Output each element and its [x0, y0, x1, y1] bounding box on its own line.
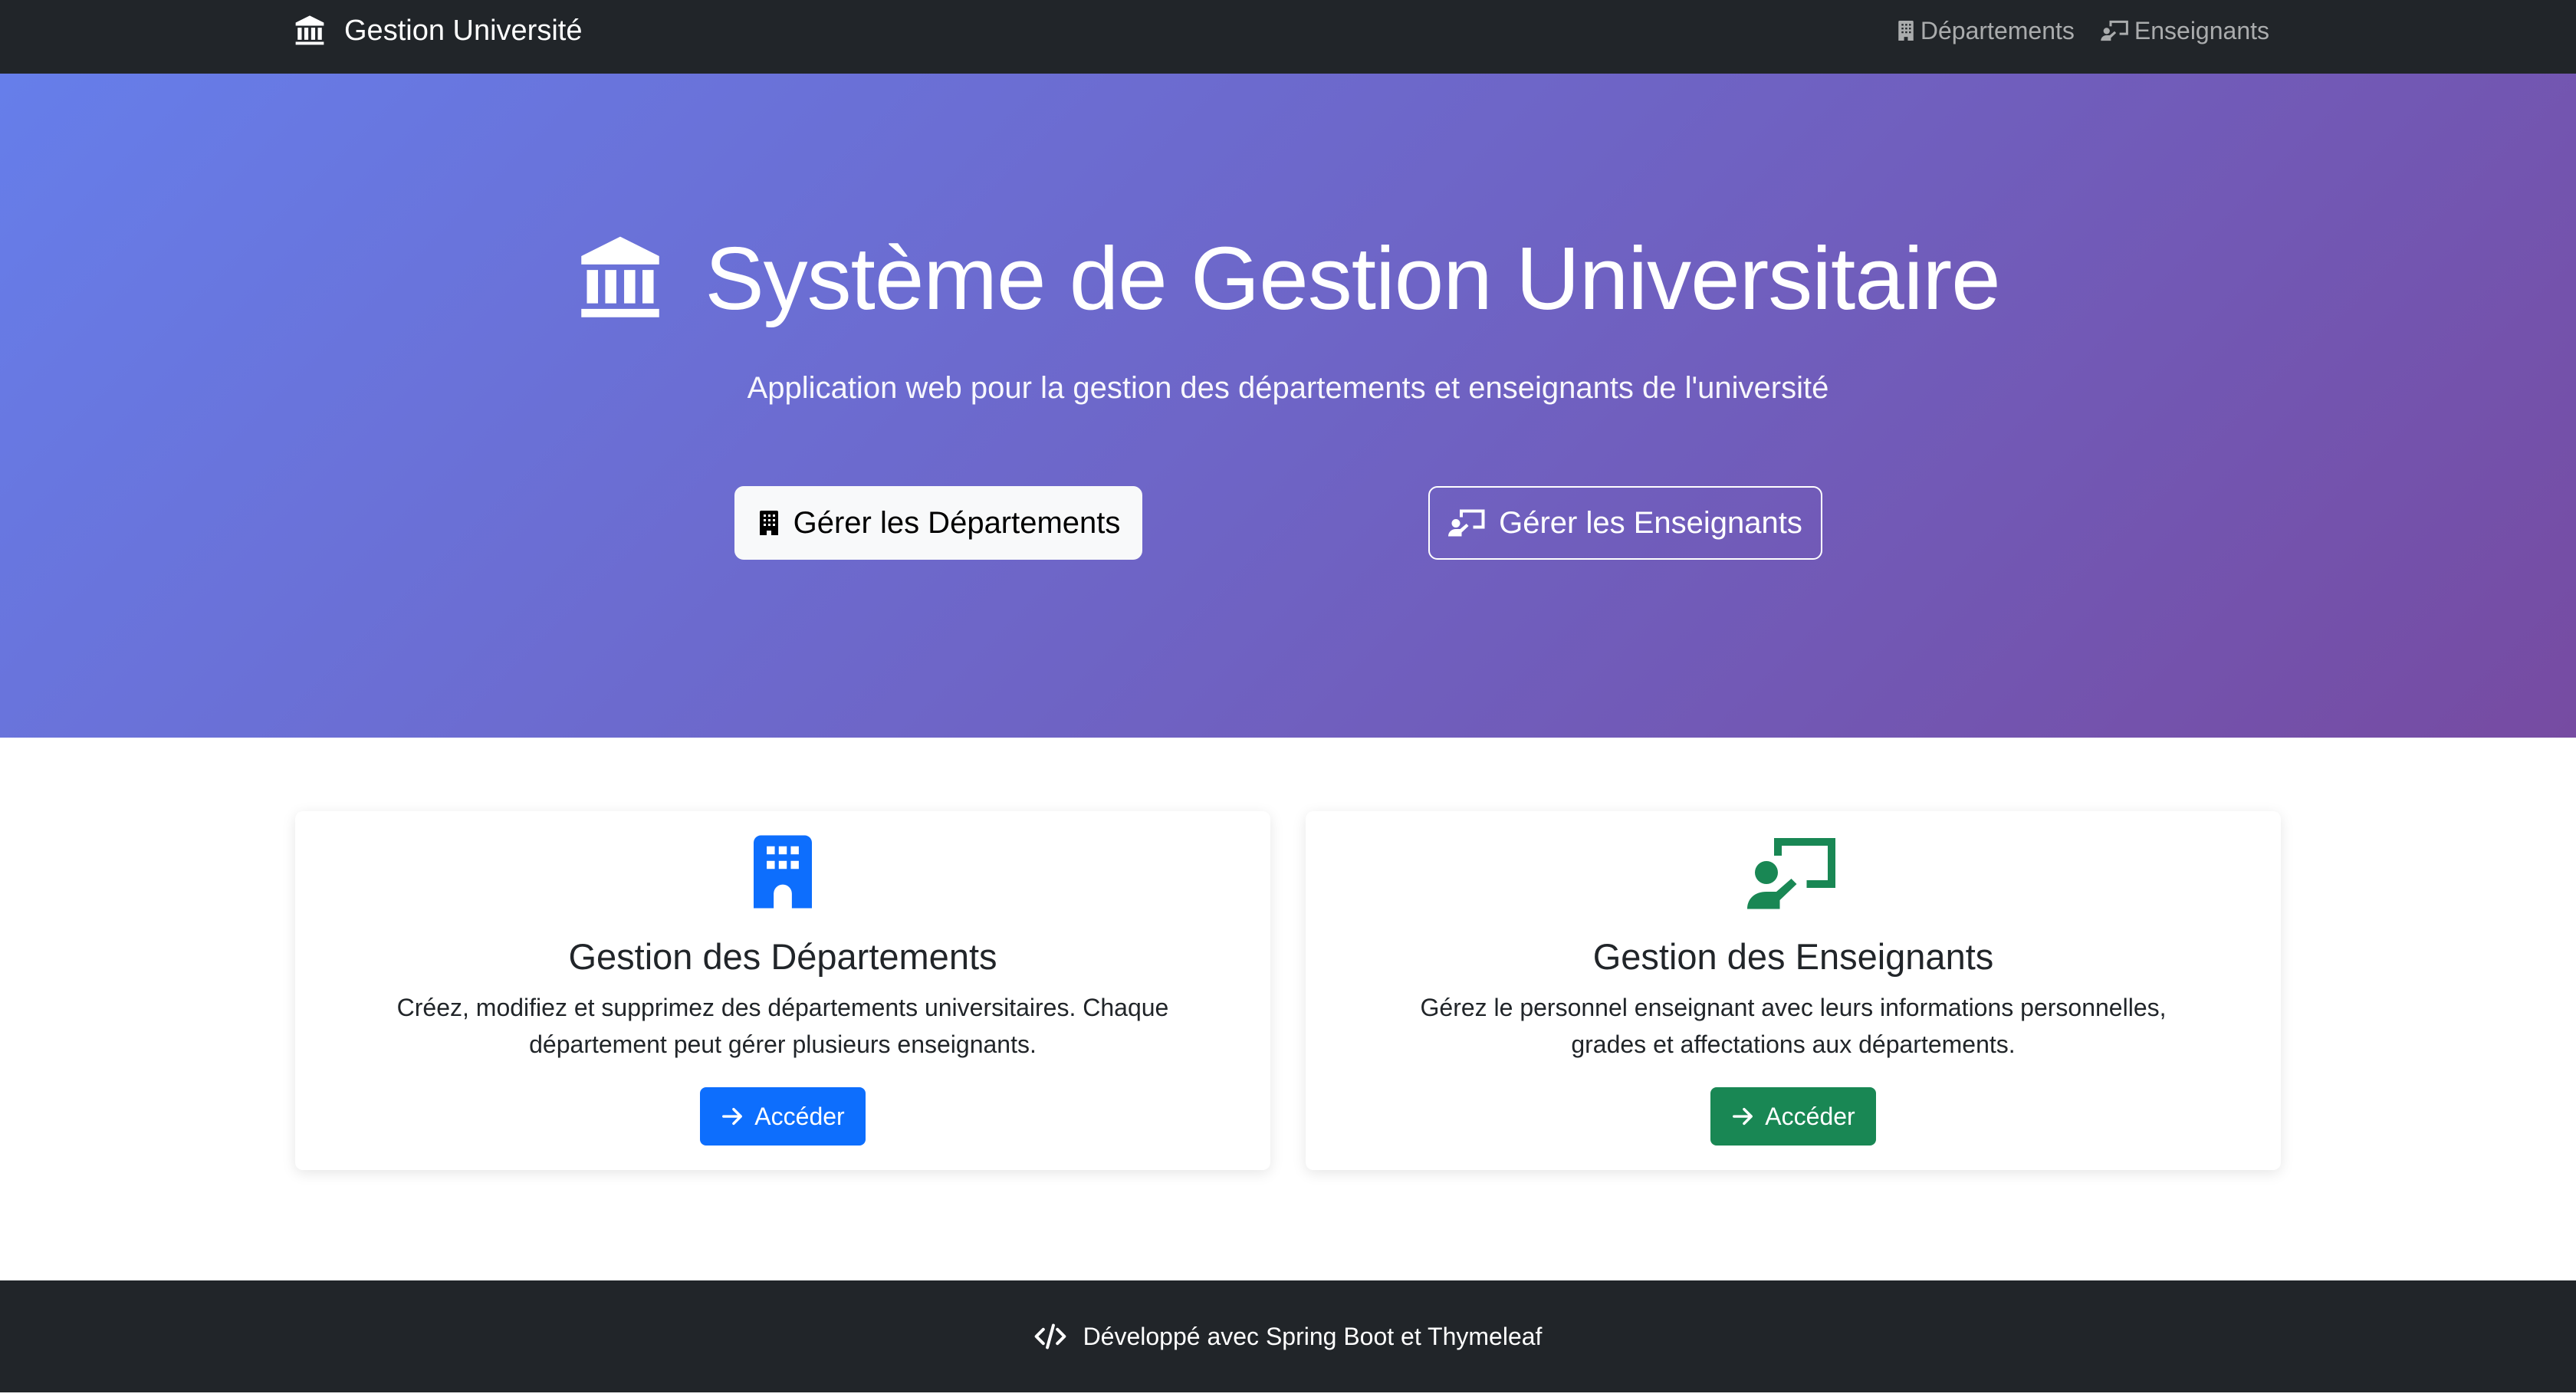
hero-subtitle: Application web pour la gestion des dépa… [747, 371, 1829, 405]
nav-link-label: Départements [1920, 16, 2075, 44]
navbar: Gestion Université Départements Enseigna… [0, 0, 2576, 74]
hero-title-text: Système de Gestion Universitaire [705, 228, 2000, 328]
teacher-board-icon [1448, 508, 1499, 538]
page-bottom-edge [0, 1392, 2576, 1397]
card-text: Créez, modifiez et supprimez des départe… [396, 994, 1169, 1058]
bank-icon [576, 234, 705, 323]
acceder-label: Accéder [754, 1102, 845, 1130]
navbar-links: Départements Enseignants [1870, 0, 2269, 61]
nav-link-departements[interactable]: Départements [1896, 17, 2075, 45]
building-icon [1896, 19, 1921, 42]
acceder-departements-button[interactable]: Accéder [700, 1087, 866, 1146]
bank-icon [294, 15, 344, 47]
code-slash-icon [1034, 1320, 1083, 1353]
manage-enseignants-label: Gérer les Enseignants [1499, 505, 1802, 540]
manage-departements-label: Gérer les Départements [793, 505, 1121, 540]
card-text: Gérez le personnel enseignant avec leurs… [1420, 994, 2167, 1058]
building-icon [757, 508, 794, 538]
card-departements: Gestion des Départements Créez, modifiez… [295, 811, 1270, 1170]
acceder-enseignants-button[interactable]: Accéder [1710, 1087, 1876, 1146]
manage-enseignants-button[interactable]: Gérer les Enseignants [1428, 486, 1822, 560]
arrow-right-icon [721, 1105, 754, 1128]
footer: Développé avec Spring Boot et Thymeleaf [0, 1280, 2576, 1392]
acceder-label: Accéder [1765, 1102, 1855, 1130]
teacher-board-icon [2101, 19, 2134, 42]
card-enseignants: Gestion des Enseignants Gérez le personn… [1306, 811, 2281, 1170]
footer-text: Développé avec Spring Boot et Thymeleaf [1083, 1322, 1543, 1350]
teacher-board-icon [1306, 834, 2281, 911]
card-title: Gestion des Enseignants [1592, 936, 1994, 977]
hero-section: Système de Gestion Universitaire Applica… [0, 74, 2576, 738]
manage-departements-button[interactable]: Gérer les Départements [734, 486, 1142, 560]
nav-link-enseignants[interactable]: Enseignants [2101, 17, 2269, 45]
navbar-brand-label: Gestion Université [344, 14, 583, 47]
building-icon [295, 834, 1270, 909]
card-title: Gestion des Départements [568, 936, 997, 977]
navbar-brand[interactable]: Gestion Université [294, 0, 582, 61]
hero-title: Système de Gestion Universitaire [0, 227, 2576, 330]
nav-link-label: Enseignants [2134, 16, 2269, 44]
arrow-right-icon [1731, 1105, 1765, 1128]
